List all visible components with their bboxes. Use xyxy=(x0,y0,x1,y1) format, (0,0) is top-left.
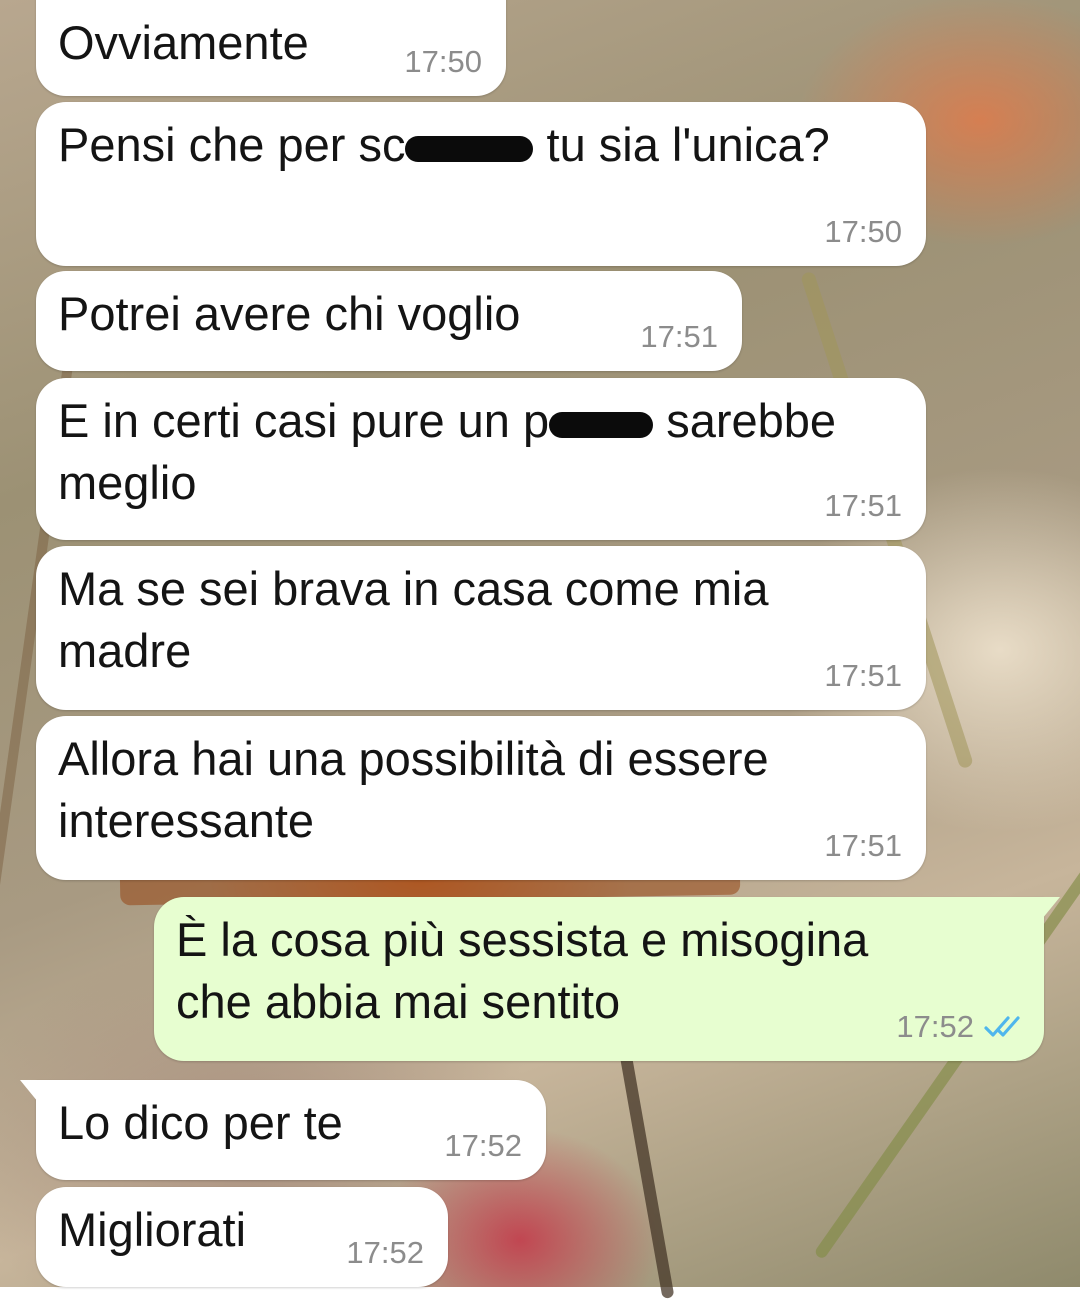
incoming-message[interactable]: Ma se sei brava in casa come mia madre 1… xyxy=(36,546,926,710)
message-time: 17:52 xyxy=(444,1128,522,1163)
double-check-read-icon xyxy=(984,1016,1020,1037)
message-text: Potrei avere chi voglio xyxy=(58,287,521,340)
incoming-message[interactable]: Migliorati 17:52 xyxy=(36,1187,448,1287)
message-text-part: Pensi che per sc xyxy=(58,118,406,171)
bubble-tail xyxy=(20,1080,38,1102)
message-text-part: E in certi casi pure un p xyxy=(58,394,550,447)
message-text-line: È la cosa più sessista e misogina xyxy=(176,913,869,966)
message-text: Pensi che per sc tu sia l'unica? xyxy=(58,114,904,176)
message-time: 17:52 xyxy=(346,1235,424,1270)
message-time: 17:51 xyxy=(824,658,902,693)
message-text-line: E in certi casi pure un p sarebbe xyxy=(58,390,904,452)
message-time: 17:51 xyxy=(824,828,902,863)
wallpaper-stem xyxy=(617,1040,675,1299)
redaction-bar xyxy=(549,411,654,438)
message-text-line: che abbia mai sentito xyxy=(176,975,621,1028)
outgoing-message[interactable]: È la cosa più sessista e misogina che ab… xyxy=(154,897,1060,1061)
message-text-line: Allora hai una possibilità di essere xyxy=(58,732,769,785)
message-time: 17:50 xyxy=(824,214,902,249)
message-time: 17:50 xyxy=(404,44,482,79)
incoming-message[interactable]: Ovviamente 17:50 xyxy=(36,0,506,96)
incoming-message[interactable]: E in certi casi pure un p sarebbe meglio… xyxy=(36,378,926,540)
incoming-message[interactable]: Potrei avere chi voglio 17:51 xyxy=(36,271,742,371)
message-text-line: meglio xyxy=(58,456,197,509)
redaction-bar xyxy=(405,135,534,162)
message-time: 17:51 xyxy=(640,319,718,354)
message-text-line: interessante xyxy=(58,794,315,847)
message-time: 17:51 xyxy=(824,488,902,523)
message-text-part: sarebbe xyxy=(653,394,837,447)
incoming-message[interactable]: Pensi che per sc tu sia l'unica? 17:50 xyxy=(36,102,926,266)
incoming-message[interactable]: Lo dico per te 17:52 xyxy=(20,1080,546,1180)
message-text-line: Ma se sei brava in casa come mia xyxy=(58,562,769,615)
bubble-tail xyxy=(1042,897,1060,919)
message-text-line: madre xyxy=(58,624,192,677)
message-text-part: tu sia l'unica? xyxy=(533,118,830,171)
message-time: 17:52 xyxy=(896,1009,974,1044)
incoming-message[interactable]: Allora hai una possibilità di essere int… xyxy=(36,716,926,880)
